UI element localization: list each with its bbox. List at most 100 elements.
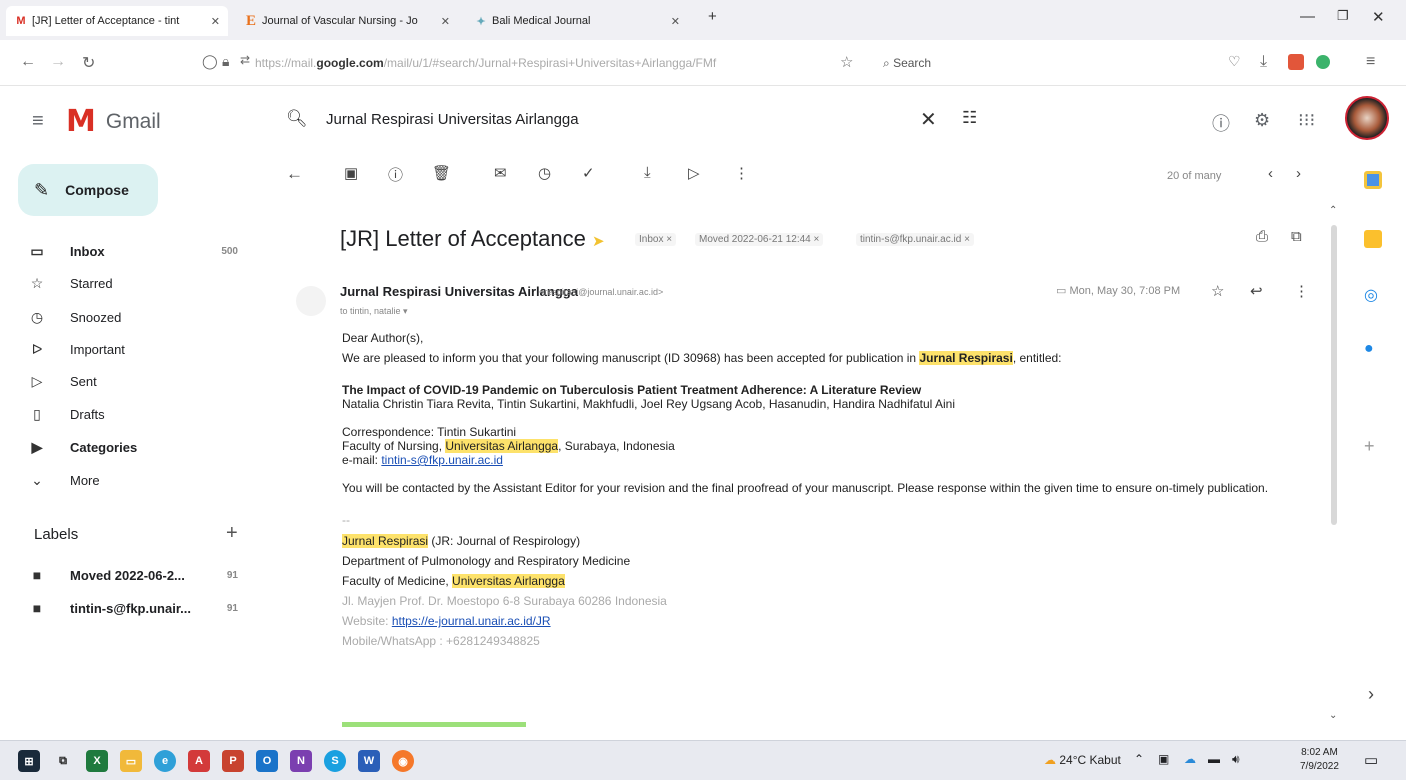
lock-icon[interactable]: 🔒︎ <box>222 53 229 70</box>
close-icon[interactable]: ✕ <box>441 15 450 28</box>
chip-inbox[interactable]: Inbox × <box>635 233 677 246</box>
delete-icon[interactable]: 🗑︎ <box>432 164 451 182</box>
scrollbar-thumb[interactable] <box>1331 225 1337 525</box>
sidebar-item-important[interactable]: ᐅ Important <box>0 333 256 365</box>
weather-widget[interactable]: ☁ 24°C Kabut <box>1044 753 1121 767</box>
sidebar-item-sent[interactable]: ▷ Sent <box>0 365 256 397</box>
sidebar-item-inbox[interactable]: ▭ Inbox 500 <box>0 235 256 267</box>
tab-letter-of-acceptance[interactable]: M [JR] Letter of Acceptance - tint ✕ <box>6 6 228 36</box>
tab-journal-vascular-nursing[interactable]: E Journal of Vascular Nursing - Jo ✕ <box>236 6 458 36</box>
notification-icon[interactable]: ▭ <box>1364 751 1378 769</box>
sidebar-item-more[interactable]: ⌄ More <box>0 464 256 496</box>
gmail-logo[interactable]: M Gmail <box>66 104 161 139</box>
sidebar-label-moved[interactable]: ■ Moved 2022-06-2... 91 <box>0 559 256 591</box>
add-label-icon[interactable]: + <box>226 522 238 545</box>
download-icon[interactable]: ⤓ <box>1260 53 1267 71</box>
get-addons-icon[interactable]: + <box>1364 436 1375 457</box>
mail-search-bar[interactable]: 🔍︎ Jurnal Respirasi Universitas Airlangg… <box>270 100 1000 140</box>
menu-icon[interactable]: ≡ <box>1366 53 1375 71</box>
more-options-icon[interactable]: ⋮ <box>1294 282 1309 300</box>
tray-expand-icon[interactable]: ⌃ <box>1134 752 1144 766</box>
tray-network-icon[interactable]: ▣ <box>1158 752 1169 766</box>
sidebar-item-categories[interactable]: ▶ Categories <box>0 431 256 463</box>
more-options-icon[interactable]: ⋮ <box>734 164 749 182</box>
taskbar-clock[interactable]: 8:02 AM 7/9/2022 <box>1300 746 1339 774</box>
report-spam-icon[interactable]: ⓘ <box>388 164 403 185</box>
browser-search-field[interactable]: ⌕ Search <box>883 52 931 74</box>
email-link[interactable]: tintin-s@fkp.unair.ac.id <box>381 453 503 467</box>
compose-button[interactable]: ✎ Compose <box>18 164 158 216</box>
website-link[interactable]: https://e-journal.unair.ac.id/JR <box>392 614 551 628</box>
chip-moved[interactable]: Moved 2022-06-21 12:44 × <box>695 233 824 246</box>
back-to-list-icon[interactable]: ← <box>286 164 303 184</box>
apps-grid-icon[interactable]: ⁝⁝⁝ <box>1298 110 1315 131</box>
close-window-icon[interactable]: ✕ <box>1372 8 1385 26</box>
new-tab-icon[interactable]: + <box>708 8 717 25</box>
newer-icon[interactable]: ‹ <box>1268 165 1273 182</box>
scroll-down-icon[interactable]: ⌄ <box>1329 710 1337 721</box>
close-icon[interactable]: ✕ <box>211 15 220 28</box>
skype-icon[interactable]: S <box>324 750 346 772</box>
shield-icon[interactable]: ◯ <box>202 53 218 70</box>
tasks-icon[interactable]: ◎ <box>1364 285 1378 305</box>
url-field[interactable]: https://mail.google.com/mail/u/1/#search… <box>255 52 855 74</box>
edge-icon[interactable]: e <box>154 750 176 772</box>
calendar-icon[interactable] <box>1364 171 1382 189</box>
close-icon[interactable]: ✕ <box>671 15 680 28</box>
print-icon[interactable]: ⎙ <box>1256 228 1268 245</box>
restore-icon[interactable]: ❐ <box>1337 8 1349 24</box>
sidebar-item-drafts[interactable]: ▯ Drafts <box>0 398 256 430</box>
side-panel-toggle-icon[interactable]: › <box>1368 684 1374 705</box>
extension-green-icon[interactable] <box>1316 55 1330 69</box>
search-input[interactable]: Jurnal Respirasi Universitas Airlangga <box>326 111 579 128</box>
star-icon[interactable]: ☆ <box>1211 282 1224 300</box>
search-options-icon[interactable]: ☷ <box>962 108 977 128</box>
excel-icon[interactable]: X <box>86 750 108 772</box>
file-explorer-icon[interactable]: ▭ <box>120 750 142 772</box>
firefox-icon[interactable]: ◉ <box>392 750 414 772</box>
onenote-icon[interactable]: N <box>290 750 312 772</box>
scrollbar[interactable]: ⌃ ⌄ <box>1327 205 1341 725</box>
task-view-icon[interactable]: ⧉ <box>52 750 74 772</box>
forward-icon[interactable]: → <box>50 53 66 71</box>
sidebar-label-tintin[interactable]: ■ tintin-s@fkp.unair... 91 <box>0 592 256 624</box>
open-new-window-icon[interactable]: ⧉ <box>1291 228 1302 245</box>
settings-gear-icon[interactable]: ⚙ <box>1254 110 1270 131</box>
windows-start-icon[interactable]: ⊞ <box>18 750 40 772</box>
sidebar-item-starred[interactable]: ☆ Starred <box>0 267 256 299</box>
tray-onedrive-icon[interactable]: ☁ <box>1184 752 1196 766</box>
scroll-up-icon[interactable]: ⌃ <box>1329 205 1337 216</box>
search-icon[interactable]: 🔍︎ <box>286 109 308 129</box>
help-icon[interactable]: ⓘ <box>1212 110 1230 136</box>
permissions-icon[interactable]: ⇄ <box>240 53 250 67</box>
tray-battery-icon[interactable]: ▬ <box>1208 752 1220 766</box>
mark-unread-icon[interactable]: ✉ <box>494 164 507 182</box>
reply-icon[interactable]: ↩ <box>1250 282 1263 300</box>
word-icon[interactable]: W <box>358 750 380 772</box>
recipients[interactable]: to tintin, natalie ▾ <box>340 306 408 317</box>
label-as-icon[interactable]: ▷ <box>688 164 700 182</box>
contacts-icon[interactable]: ● <box>1364 340 1374 358</box>
move-to-icon[interactable]: ⤓ <box>644 164 651 181</box>
acrobat-icon[interactable]: A <box>188 750 210 772</box>
important-marker-icon[interactable]: ➤ <box>592 233 605 250</box>
bookmark-star-icon[interactable]: ☆ <box>840 53 853 71</box>
older-icon[interactable]: › <box>1296 165 1301 182</box>
clear-search-icon[interactable]: ✕ <box>920 107 937 132</box>
powerpoint-icon[interactable]: P <box>222 750 244 772</box>
sidebar-item-snoozed[interactable]: ◷ Snoozed <box>0 301 256 333</box>
reload-icon[interactable]: ↻ <box>82 53 95 73</box>
minimize-icon[interactable]: — <box>1300 8 1315 25</box>
chip-tintin[interactable]: tintin-s@fkp.unair.ac.id × <box>856 233 974 246</box>
main-menu-icon[interactable]: ≡ <box>32 110 44 133</box>
avatar[interactable] <box>1345 96 1389 140</box>
keep-icon[interactable] <box>1364 230 1382 248</box>
add-task-icon[interactable]: ✓ <box>582 164 595 182</box>
tray-volume-icon[interactable]: 🔊︎ <box>1232 752 1240 767</box>
archive-icon[interactable]: ▣ <box>344 164 358 182</box>
snooze-icon[interactable]: ◷ <box>538 164 551 182</box>
tab-bali-medical-journal[interactable]: ✦ Bali Medical Journal ✕ <box>466 6 688 36</box>
pocket-icon[interactable]: ♡ <box>1228 53 1241 70</box>
extension-icon[interactable] <box>1288 54 1304 70</box>
back-icon[interactable]: ← <box>20 53 36 71</box>
